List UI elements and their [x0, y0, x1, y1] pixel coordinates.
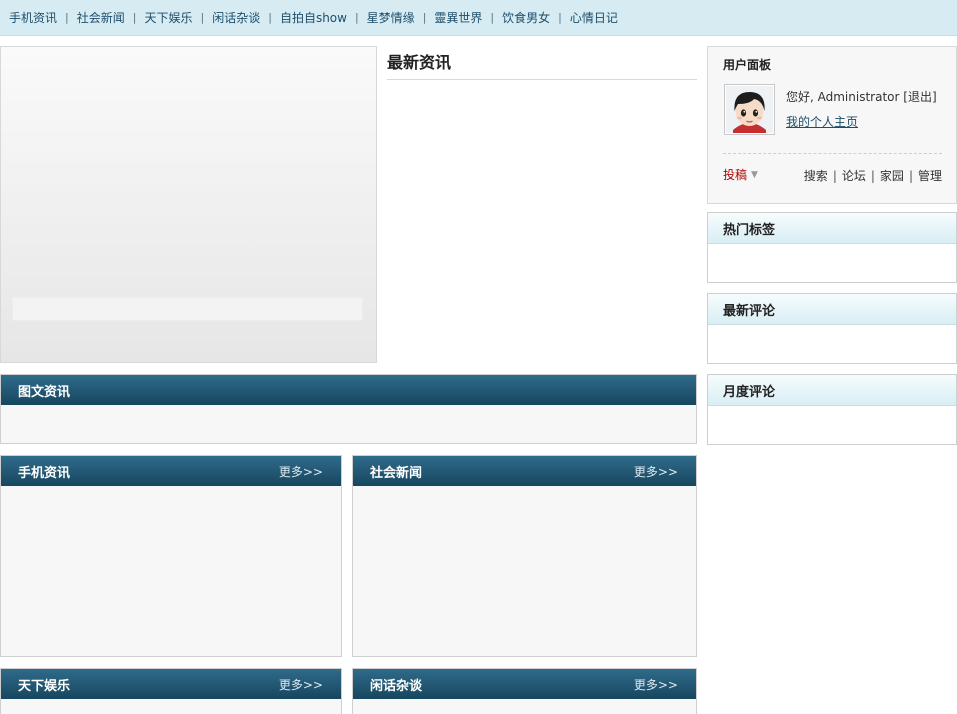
nav-separator: |: [65, 11, 69, 24]
monthly-comments-panel: 月度评论: [707, 374, 957, 445]
nav-item-food[interactable]: 饮食男女: [502, 9, 550, 26]
submit-label: 投稿: [723, 168, 748, 182]
section-header: 闲话杂谈 更多>>: [353, 669, 696, 699]
latest-news-panel: 最新资讯: [387, 46, 697, 364]
search-link[interactable]: 搜索: [804, 167, 828, 184]
nav-separator: |: [132, 11, 137, 24]
nav-separator: |: [268, 11, 272, 24]
section-title: 社会新闻: [370, 465, 423, 481]
user-panel-title: 用户面板: [723, 58, 772, 72]
chat-section: 闲话杂谈 更多>>: [352, 668, 697, 714]
nav-separator: |: [200, 11, 205, 24]
phone-news-section: 手机资讯 更多>>: [0, 455, 342, 657]
nav-separator: |: [354, 11, 359, 24]
nav-separator: |: [490, 11, 495, 24]
panel-header: 月度评论: [708, 375, 956, 406]
link-separator: |: [832, 168, 837, 183]
section-title: 手机资讯: [18, 465, 71, 481]
entertainment-section: 天下娱乐 更多>>: [0, 668, 342, 714]
home-space-link[interactable]: 家园: [880, 167, 904, 184]
nav-item-diary[interactable]: 心情日记: [570, 9, 618, 26]
nav-item-supernatural[interactable]: 靈異世界: [434, 9, 482, 26]
social-news-section: 社会新闻 更多>>: [352, 455, 697, 657]
latest-news-title: 最新资讯: [387, 46, 697, 80]
section-header: 手机资讯 更多>>: [1, 456, 341, 486]
section-header: 图文资讯: [1, 375, 696, 405]
greeting-text: 您好, Administrator: [786, 90, 900, 104]
slideshow-caption-bar: [12, 297, 363, 321]
nav-separator: |: [422, 11, 427, 24]
avatar-face-icon: [726, 86, 773, 133]
hot-tags-panel: 热门标签: [707, 212, 957, 283]
user-panel: 用户面板 您好, Administrator [退出] 我的个人主页 投稿 ▼ …: [707, 46, 957, 204]
more-link[interactable]: 更多>>: [279, 463, 323, 480]
forum-link[interactable]: 论坛: [842, 167, 866, 184]
nav-item-chat[interactable]: 闲话杂谈: [212, 9, 260, 26]
more-link[interactable]: 更多>>: [634, 463, 678, 480]
panel-title: 热门标签: [723, 222, 776, 238]
chevron-down-icon: ▼: [751, 169, 758, 180]
featured-slideshow[interactable]: [0, 46, 377, 363]
top-navigation: 手机资讯 | 社会新闻 | 天下娱乐 | 闲话杂谈 | 自拍自show | 星梦…: [0, 0, 957, 36]
panel-title: 月度评论: [723, 384, 776, 400]
section-title: 闲话杂谈: [370, 678, 423, 694]
logout-link[interactable]: [退出]: [903, 90, 936, 104]
more-link[interactable]: 更多>>: [279, 676, 323, 693]
greeting: 您好, Administrator [退出]: [786, 88, 937, 105]
user-links: 搜索 | 论坛 | 家园 | 管理: [804, 167, 942, 184]
section-title: 天下娱乐: [18, 678, 71, 694]
panel-title: 最新评论: [723, 303, 776, 319]
more-link[interactable]: 更多>>: [634, 676, 678, 693]
nav-item-social-news[interactable]: 社会新闻: [77, 9, 125, 26]
link-separator: |: [870, 168, 875, 183]
panel-header: 最新评论: [708, 294, 956, 325]
picture-news-section: 图文资讯: [0, 374, 697, 444]
section-header: 社会新闻 更多>>: [353, 456, 696, 486]
nav-item-entertainment[interactable]: 天下娱乐: [144, 9, 192, 26]
nav-item-phone-news[interactable]: 手机资讯: [9, 9, 57, 26]
nav-item-selfie[interactable]: 自拍自show: [280, 9, 347, 26]
latest-comments-panel: 最新评论: [707, 293, 957, 364]
submit-dropdown[interactable]: 投稿 ▼: [723, 166, 758, 183]
admin-link[interactable]: 管理: [918, 167, 942, 184]
section-header: 天下娱乐 更多>>: [1, 669, 341, 699]
nav-separator: |: [558, 11, 562, 24]
nav-item-stars[interactable]: 星梦情缘: [367, 9, 415, 26]
panel-header: 热门标签: [708, 213, 956, 244]
my-homepage-link[interactable]: 我的个人主页: [786, 113, 858, 130]
link-separator: |: [908, 168, 913, 183]
divider: [723, 153, 942, 154]
avatar[interactable]: [724, 84, 775, 135]
section-title: 图文资讯: [18, 384, 71, 400]
